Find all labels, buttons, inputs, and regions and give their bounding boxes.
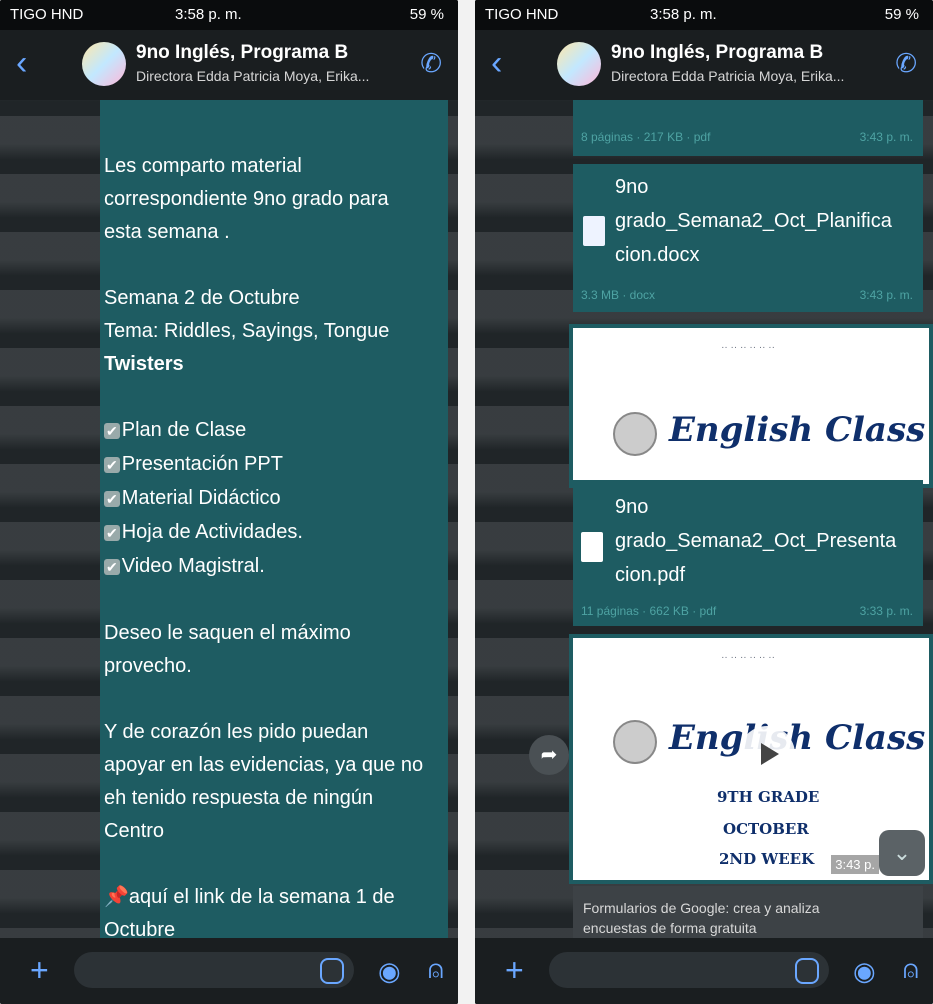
pin-icon: 📌 [104,886,129,908]
add-call-icon[interactable]: ✆ [420,48,442,79]
battery-label: 59 % [409,6,444,23]
sticker-icon[interactable] [320,958,344,984]
document-message[interactable]: 8 páginas · 217 KB · pdf 3:43 p. m. [573,100,923,156]
message-time: 3:43 p. m. [859,130,913,144]
back-icon[interactable]: ‹ [16,46,27,80]
header-text-graphic: ·· ·· ·· ·· ·· ·· [721,342,775,353]
microphone-icon[interactable]: ⍝ [428,954,444,986]
message-line: Twisters [104,353,184,375]
message-line-segment: correspondiente 9no grado para [104,188,389,210]
group-members[interactable]: Directora Edda Patricia Moya, Erika... [611,68,844,84]
clock-label: 3:58 p. m. [650,6,717,23]
checklist-item: ✔ Presentación PPT [104,453,283,475]
message-time: 3:33 p. m. [859,604,913,618]
week-label: 2ND WEEK [719,850,815,868]
forward-icon[interactable]: ➦ [529,735,569,775]
message-line: Deseo le saquen el máximo [104,622,351,644]
status-bar: TIGO HND 3:58 p. m. 59 % [475,0,933,30]
plus-icon[interactable]: + [505,952,524,989]
message-line: Les comparto material [104,155,302,177]
check-icon: ✔ [104,491,120,507]
document-message[interactable]: 9no grado_Semana2_Oct_Presenta cion.pdf … [573,480,923,626]
camera-icon[interactable]: ◉ [378,956,401,987]
link-preview[interactable]: Formularios de Google: crea y analiza en… [573,886,923,946]
composer-bar: + ◉ ⍝ [475,938,933,1004]
microphone-icon[interactable]: ⍝ [903,954,919,986]
sticker-icon[interactable] [795,958,819,984]
checklist-item: ✔ Plan de Clase [104,419,247,441]
group-title[interactable]: 9no Inglés, Programa B [611,42,823,64]
school-logo [613,412,657,456]
checklist-item: ✔ Material Didáctico [104,487,281,509]
image-preview[interactable]: ·· ·· ·· ·· ·· ·· English Class [569,324,933,488]
play-icon[interactable] [739,726,795,782]
message-line: eh tenido respuesta de ningún [104,787,374,809]
document-name: grado_Semana2_Oct_Presenta [615,530,897,552]
status-bar: TIGO HND 3:58 p. m. 59 % [0,0,458,30]
document-meta: 3.3 MB · docx [581,288,656,302]
message-line: correspondiente 9no grado para [104,183,448,216]
add-call-icon[interactable]: ✆ [895,48,917,79]
clock-label: 3:58 p. m. [175,6,242,23]
document-message[interactable]: 9no grado_Semana2_Oct_Planifica cion.doc… [573,164,923,312]
group-avatar[interactable] [82,42,126,86]
message-line: 📌aquí el link de la semana 1 de [104,886,395,908]
plus-icon[interactable]: + [30,952,49,989]
grade-label: 9TH GRADE [717,788,820,806]
scroll-down-icon[interactable]: ⌄ [879,830,925,876]
document-name: cion.docx [615,244,700,266]
month-label: OCTOBER [723,820,809,838]
message-time: 3:43 p. m. [859,288,913,302]
checklist-item: ✔ Hoja de Actividades. [104,521,303,543]
battery-label: 59 % [884,6,919,23]
left-phone-screen: TIGO HND 3:58 p. m. 59 % ‹ 9no Inglés, P… [0,0,458,1004]
document-name: cion.pdf [615,564,686,586]
image-title: English Class [669,410,926,450]
group-avatar[interactable] [557,42,601,86]
check-icon: ✔ [104,423,120,439]
message-input[interactable] [549,952,829,988]
document-name: grado_Semana2_Oct_Planifica [615,210,892,232]
carrier-label: TIGO HND [10,6,84,23]
document-name: 9no [615,176,649,198]
message-line: Tema: Riddles, Sayings, Tongue [104,320,390,342]
composer-bar: + ◉ ⍝ [0,938,458,1004]
header-text-graphic: ·· ·· ·· ·· ·· ·· [721,652,775,663]
chat-header[interactable]: ‹ 9no Inglés, Programa B Directora Edda … [475,30,933,100]
message-line: esta semana . [104,221,230,243]
text-message-bubble[interactable]: Les comparto material correspondiente 9n… [100,100,448,941]
docx-file-icon [583,216,605,246]
checklist-item: ✔ Video Magistral. [104,555,265,577]
link-preview-subtitle: encuestas de forma gratuita [583,920,757,936]
check-icon: ✔ [104,525,120,541]
message-input[interactable] [74,952,354,988]
pdf-file-icon [581,532,603,562]
camera-icon[interactable]: ◉ [853,956,876,987]
group-title[interactable]: 9no Inglés, Programa B [136,42,348,64]
carrier-label: TIGO HND [485,6,559,23]
video-title: English Class [669,718,926,758]
right-phone-screen: TIGO HND 3:58 p. m. 59 % ‹ 9no Inglés, P… [475,0,933,1004]
school-logo [613,720,657,764]
group-members[interactable]: Directora Edda Patricia Moya, Erika... [136,68,369,84]
chat-header[interactable]: ‹ 9no Inglés, Programa B Directora Edda … [0,30,458,100]
document-meta: 8 páginas · 217 KB · pdf [581,130,711,144]
message-time: 3:43 p. [831,855,879,874]
document-name: 9no [615,496,649,518]
document-meta: 11 páginas · 662 KB · pdf [581,604,717,618]
message-line: Semana 2 de Octubre [104,287,300,309]
message-line: Centro [104,820,165,842]
message-line: Y de corazón les pido puedan [104,721,369,743]
back-icon[interactable]: ‹ [491,46,502,80]
message-line: provecho. [104,655,192,677]
link-preview-title: Formularios de Google: crea y analiza [583,900,820,916]
check-icon: ✔ [104,457,120,473]
check-icon: ✔ [104,559,120,575]
message-line: apoyar en las evidencias, ya que no [104,754,424,776]
